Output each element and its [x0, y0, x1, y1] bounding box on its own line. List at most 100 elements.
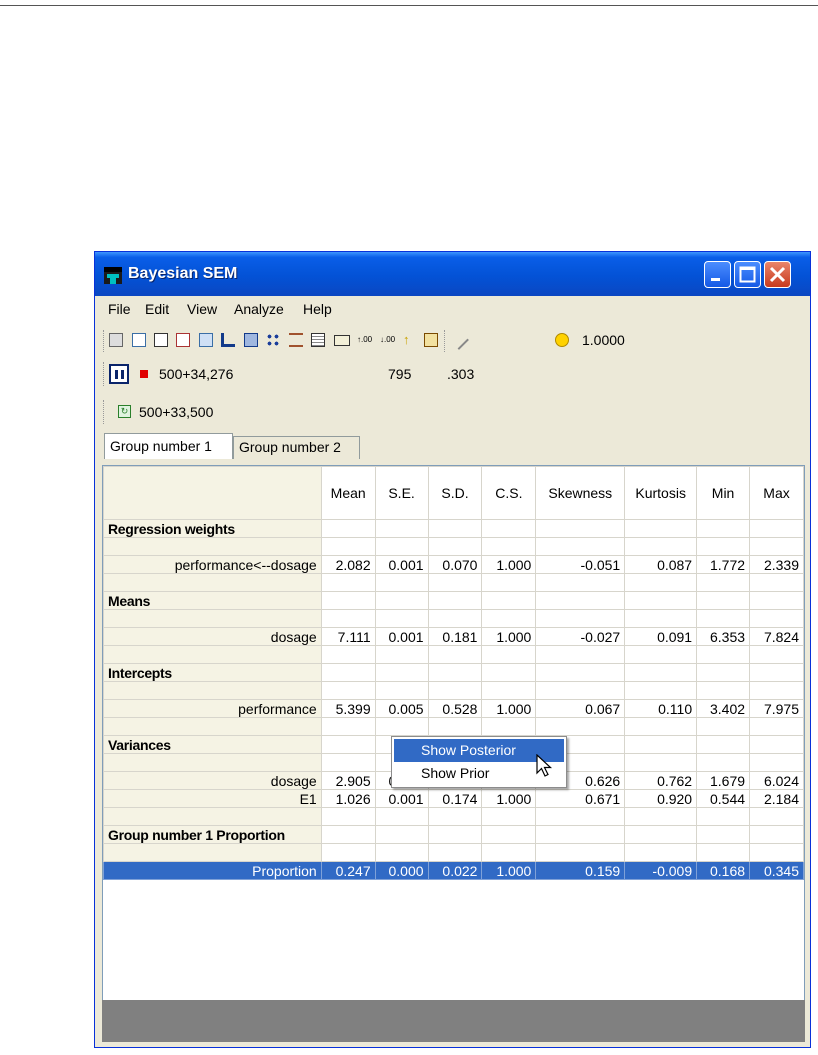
amos-app-icon [104, 267, 122, 284]
value-cell: 0.181 [427, 627, 483, 646]
menu-view[interactable]: View [187, 301, 217, 317]
print-icon[interactable] [109, 333, 123, 347]
empty-cell [749, 537, 804, 556]
mouse-cursor-icon [536, 754, 553, 777]
window-title: Bayesian SEM [128, 265, 238, 282]
blank-row [103, 807, 804, 826]
empty-cell [535, 663, 626, 682]
copy-icon[interactable] [199, 333, 213, 347]
value-cell: 0.087 [624, 555, 698, 574]
empty-cell [535, 573, 626, 592]
value-cell: 1.679 [696, 771, 751, 790]
value-cell: 1.772 [696, 555, 751, 574]
empty-grid-area [102, 1000, 805, 1042]
empty-cell [481, 825, 537, 844]
value-cell: 0.920 [624, 789, 698, 808]
stop-icon[interactable] [140, 370, 148, 378]
minimize-button[interactable] [704, 261, 731, 288]
column-header[interactable]: S.D. [427, 466, 483, 520]
value-cell: 1.026 [320, 789, 376, 808]
empty-cell [696, 807, 751, 826]
table-icon[interactable] [311, 333, 325, 347]
up-arrow-icon[interactable]: ↑ [403, 333, 417, 347]
column-header[interactable]: C.S. [481, 466, 537, 520]
tab-group-number-2[interactable]: Group number 2 [233, 436, 360, 459]
table-row[interactable]: performance<--dosage 2.082 0.001 0.070 1.000… [103, 555, 804, 574]
empty-cell [481, 663, 537, 682]
empty-cell [624, 573, 698, 592]
empty-cell [535, 807, 626, 826]
table-row[interactable]: E1 1.026 0.001 0.174 1.000 0.671 0.920 0.544 2.1… [103, 789, 804, 808]
column-header[interactable]: Mean [320, 466, 376, 520]
empty-cell [320, 573, 376, 592]
samples-count: 500+34,276 [159, 366, 234, 382]
empty-cell [624, 843, 698, 862]
column-header[interactable]: Max [749, 466, 804, 520]
scales-icon[interactable] [289, 333, 303, 347]
value-cell: 0.528 [427, 699, 483, 718]
bar-chart-icon[interactable] [221, 333, 235, 347]
menu-file[interactable]: File [108, 301, 131, 317]
empty-cell [696, 681, 751, 700]
bayesian-sem-window: Bayesian SEM File Edit View Analyze Help… [94, 251, 811, 1048]
table-row[interactable]: Proportion 0.247 0.000 0.022 1.000 0.159 -0.00… [103, 861, 804, 880]
value-cell: 2.082 [320, 555, 376, 574]
empty-cell [624, 591, 698, 610]
empty-cell [481, 807, 537, 826]
section-label: Intercepts [103, 663, 322, 682]
results-grid[interactable]: Mean S.E. S.D. C.S. Skewness Kurtosis Min Max Re… [102, 465, 805, 1001]
refresh-icon[interactable]: ↻ [118, 405, 131, 418]
empty-cell [320, 537, 376, 556]
empty-cell [427, 663, 483, 682]
book-icon[interactable] [424, 333, 438, 347]
empty-cell [374, 609, 429, 628]
section-label: Regression weights [103, 519, 322, 538]
empty-cell [535, 645, 626, 664]
image-icon[interactable] [244, 333, 258, 347]
menu-analyze[interactable]: Analyze [234, 301, 284, 317]
maximize-button[interactable] [734, 261, 761, 288]
column-header[interactable]: Skewness [535, 466, 626, 520]
empty-label-cell [103, 843, 322, 862]
empty-cell [320, 591, 376, 610]
toolbar-grip[interactable] [103, 400, 107, 424]
section-row: Regression weights [103, 519, 804, 538]
empty-cell [320, 825, 376, 844]
wrench-icon[interactable] [449, 330, 469, 350]
value-cell: 6.353 [696, 627, 751, 646]
preview-icon[interactable] [132, 333, 146, 347]
header-corner-cell [103, 466, 322, 520]
empty-cell [696, 645, 751, 664]
decrease-decimals-icon[interactable]: ↓.00 [380, 333, 400, 347]
empty-cell [320, 519, 376, 538]
card-icon[interactable] [334, 335, 350, 346]
value-cell: 1.000 [481, 789, 537, 808]
empty-cell [481, 681, 537, 700]
checkbox-icon[interactable] [176, 333, 190, 347]
page-icon[interactable] [154, 333, 168, 347]
column-header[interactable]: Kurtosis [624, 466, 698, 520]
value-cell: 3.402 [696, 699, 751, 718]
title-bar[interactable]: Bayesian SEM [95, 252, 810, 296]
menu-edit[interactable]: Edit [145, 301, 169, 317]
section-row: Group number 1 Proportion [103, 825, 804, 844]
table-row[interactable]: performance 5.399 0.005 0.528 1.000 0.067 0.11… [103, 699, 804, 718]
menu-help[interactable]: Help [303, 301, 332, 317]
value-cell: 7.824 [749, 627, 804, 646]
value-cell: 0.001 [374, 627, 429, 646]
smiley-icon[interactable] [555, 333, 569, 347]
toolbar-grip[interactable] [103, 362, 107, 386]
increase-decimals-icon[interactable]: ↑.00 [357, 333, 377, 347]
tree-icon[interactable] [266, 333, 280, 347]
value-cell: -0.009 [624, 861, 698, 880]
column-header[interactable]: Min [696, 466, 751, 520]
empty-cell [374, 717, 429, 736]
column-header[interactable]: S.E. [374, 466, 429, 520]
toolbar-grip[interactable] [103, 330, 107, 352]
tab-group-number-1[interactable]: Group number 1 [104, 433, 233, 459]
empty-cell [696, 519, 751, 538]
pause-button[interactable] [109, 364, 129, 384]
table-row[interactable]: dosage 7.111 0.001 0.181 1.000 -0.027 0.091 6.3… [103, 627, 804, 646]
close-button[interactable] [764, 261, 791, 288]
empty-cell [427, 717, 483, 736]
